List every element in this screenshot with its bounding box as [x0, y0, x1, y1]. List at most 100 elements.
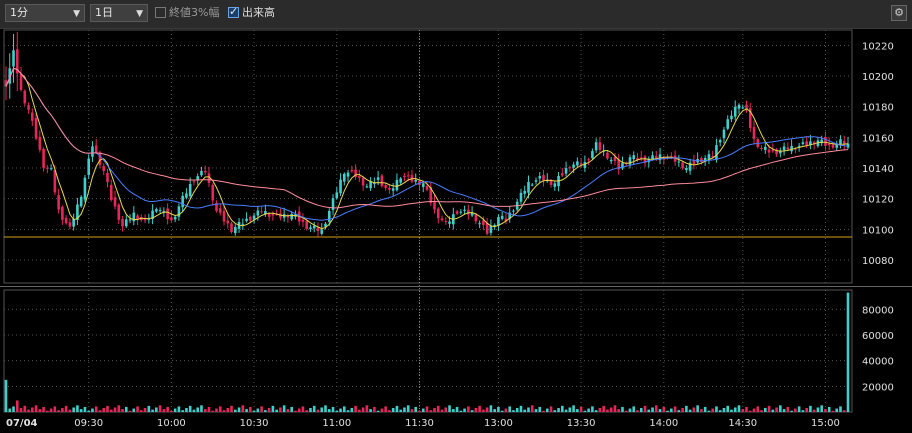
volume-checkbox[interactable]	[228, 5, 239, 18]
volume-bar	[403, 407, 406, 412]
candle-body	[98, 152, 102, 166]
range-checkbox-label[interactable]: 終値3%幅	[169, 6, 219, 20]
volume-bar	[339, 408, 342, 412]
volume-bar	[237, 407, 241, 412]
volume-bar	[203, 409, 207, 412]
volume-bar	[786, 406, 790, 412]
volume-bar	[572, 405, 575, 412]
candle-body	[34, 118, 38, 139]
volume-bar	[478, 405, 481, 412]
candle-body	[12, 50, 15, 67]
candle-body	[222, 210, 226, 222]
candle-body	[474, 214, 478, 222]
volume-bar	[312, 405, 316, 412]
candle-body	[549, 180, 553, 185]
price-tick-label: 10080	[862, 256, 894, 267]
candle-body	[181, 195, 184, 208]
volume-bar	[624, 410, 628, 412]
candle-body	[155, 209, 158, 212]
candle-body	[512, 210, 515, 212]
volume-checkbox-label[interactable]: 出来高	[242, 6, 275, 20]
time-tick-label: 10:30	[240, 418, 269, 429]
candle-body	[489, 225, 493, 233]
volume-bar	[568, 407, 572, 412]
volume-bar	[327, 409, 331, 412]
volume-bar	[463, 408, 466, 412]
candle-body	[587, 159, 590, 161]
time-tick-label: 13:00	[484, 418, 513, 429]
volume-bar	[384, 406, 387, 412]
volume-bar	[38, 409, 42, 412]
volume-bar	[12, 406, 15, 412]
candle-body	[527, 181, 530, 193]
candle-body	[121, 218, 124, 227]
volume-bar	[760, 410, 763, 412]
candle-body	[128, 219, 132, 221]
volume-bar	[842, 410, 846, 412]
volume-bar	[448, 405, 451, 412]
candle-body	[27, 105, 30, 110]
candle-body	[339, 179, 342, 194]
volume-bar	[523, 409, 527, 412]
gear-icon[interactable]: ⚙	[891, 5, 907, 21]
time-tick-label: 15:00	[811, 418, 840, 429]
candle-body	[485, 223, 489, 234]
volume-bar	[561, 405, 564, 412]
candle-body	[301, 219, 305, 222]
volume-bar	[282, 405, 286, 412]
volume-bar	[8, 408, 12, 412]
interval-select[interactable]: 1分 ▼	[5, 4, 85, 22]
time-tick-label: 14:00	[649, 418, 678, 429]
range-checkbox[interactable]	[155, 7, 166, 18]
candle-body	[124, 219, 128, 227]
volume-bar	[707, 410, 711, 412]
interval-select-value: 1分	[10, 6, 28, 19]
time-tick-label: 13:30	[567, 418, 596, 429]
candle-body	[767, 149, 771, 153]
candle-body	[530, 184, 534, 186]
volume-bar	[61, 408, 64, 412]
volume-bar	[654, 405, 658, 412]
candle-body	[365, 186, 369, 188]
volume-bar	[730, 409, 733, 412]
volume-bar	[271, 405, 275, 412]
volume-bar	[737, 405, 741, 412]
candle-body	[752, 127, 756, 140]
candle-body	[117, 204, 121, 220]
volume-tick-label: 60000	[862, 331, 894, 342]
candle-body	[639, 157, 643, 159]
candle-body	[564, 168, 568, 174]
chart-grid	[0, 29, 912, 413]
volume-bar	[147, 405, 151, 412]
volume-bar	[733, 407, 737, 412]
candle-body	[715, 145, 718, 160]
volume-bars	[4, 292, 850, 412]
candle-body	[467, 209, 470, 215]
candle-body	[343, 173, 346, 182]
candle-body	[376, 177, 380, 180]
volume-bar	[474, 408, 478, 412]
candle-body	[388, 187, 391, 190]
volume-bar	[636, 410, 639, 412]
candle-body	[606, 152, 609, 159]
candle-body	[245, 218, 248, 222]
time-tick-label: 14:30	[728, 418, 757, 429]
volume-bar	[136, 406, 139, 412]
volume-bar	[275, 409, 278, 412]
volume-bar	[609, 407, 613, 412]
volume-bar	[83, 406, 87, 412]
volume-bar	[49, 408, 53, 412]
volume-bar	[72, 407, 75, 412]
volume-bar	[662, 406, 666, 412]
candle-body	[384, 185, 387, 188]
volume-bar	[801, 410, 805, 412]
candle-body	[260, 211, 263, 213]
volume-bar	[613, 405, 617, 412]
candle-body	[309, 227, 312, 230]
volume-bar	[587, 408, 590, 412]
candle-body	[609, 159, 613, 162]
volume-bar	[192, 409, 196, 412]
volume-bar	[482, 409, 485, 412]
volume-bar	[835, 408, 839, 412]
period-select[interactable]: 1日 ▼	[90, 4, 148, 22]
